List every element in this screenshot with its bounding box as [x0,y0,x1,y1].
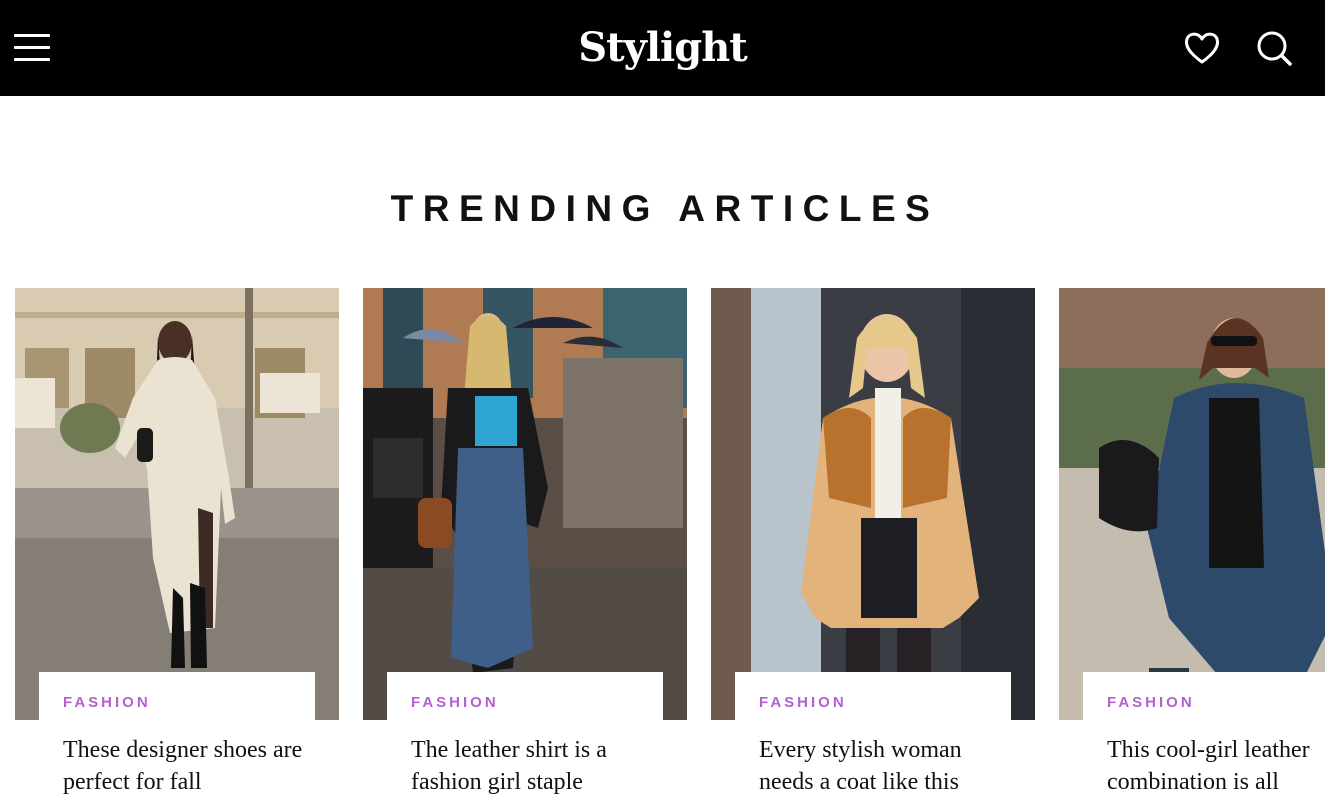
article-caption: FASHION Every stylish woman needs a coat… [735,672,1011,795]
article-caption: FASHION The leather shirt is a fashion g… [387,672,663,795]
article-category[interactable]: FASHION [759,694,847,711]
search-button[interactable] [1255,29,1293,67]
article-category[interactable]: FASHION [1107,694,1195,711]
article-image[interactable] [1059,288,1325,720]
article-title[interactable]: These designer shoes are perfect for fal… [63,734,315,798]
article-image[interactable] [15,288,339,720]
article-card[interactable]: FASHION Every stylish woman needs a coat… [711,288,1035,795]
article-card[interactable]: FASHION These designer shoes are perfect… [15,288,339,795]
article-card[interactable]: FASHION This cool-girl leather combinati… [1059,288,1325,795]
wishlist-button[interactable] [1183,29,1221,67]
article-category[interactable]: FASHION [411,694,499,711]
article-caption: FASHION These designer shoes are perfect… [39,672,315,795]
article-category[interactable]: FASHION [63,694,151,711]
search-icon [1257,31,1292,66]
article-caption: FASHION This cool-girl leather combinati… [1083,672,1325,795]
section-title: TRENDING ARTICLES [390,188,940,229]
site-header: Stylight [0,0,1325,96]
article-title[interactable]: Every stylish woman needs a coat like th… [759,734,1011,798]
site-logo-container: Stylight [0,24,1325,72]
article-image[interactable] [711,288,1035,720]
menu-button[interactable] [14,32,52,64]
article-title[interactable]: The leather shirt is a fashion girl stap… [411,734,663,798]
article-title[interactable]: This cool-girl leather combination is al… [1107,734,1325,798]
article-card[interactable]: FASHION The leather shirt is a fashion g… [363,288,687,795]
hamburger-menu-icon [14,34,50,37]
heart-icon [1184,32,1220,64]
article-image[interactable] [363,288,687,720]
site-logo[interactable]: Stylight [578,24,748,71]
